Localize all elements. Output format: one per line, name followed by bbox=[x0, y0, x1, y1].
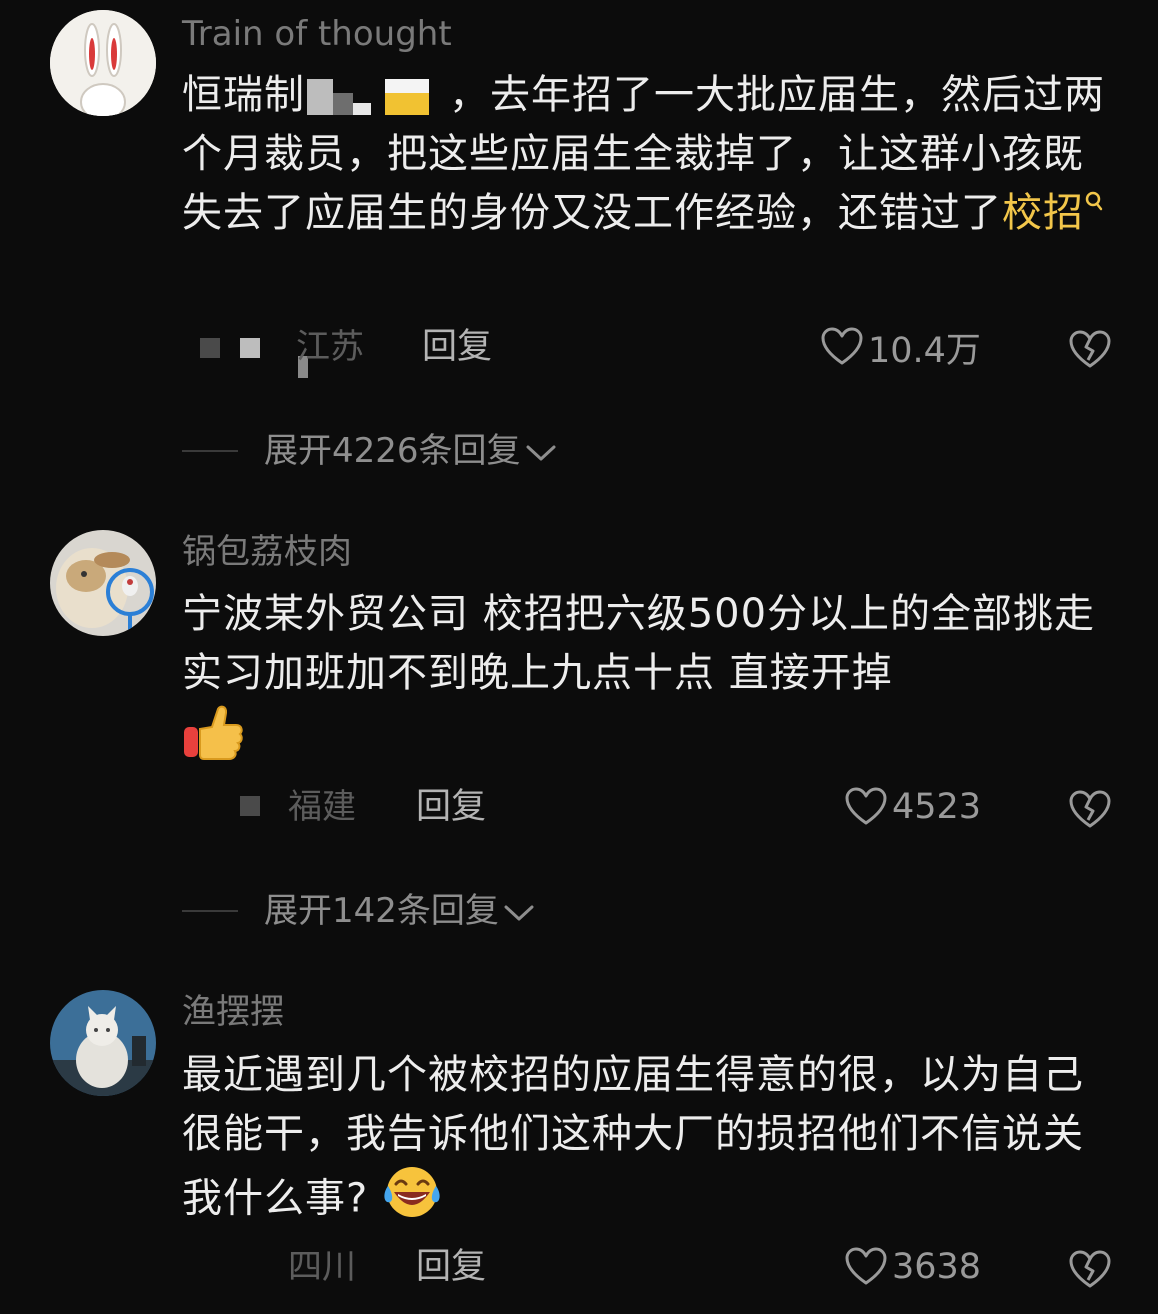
user-avatar[interactable] bbox=[50, 530, 156, 636]
expand-replies-button[interactable]: 展开142条回复 bbox=[182, 886, 535, 936]
comment-text: 宁波某外贸公司 校招把六级500分以上的全部挑走 实习加班加不到晚上九点十点 直… bbox=[182, 585, 1122, 778]
censor-block bbox=[240, 338, 260, 358]
username[interactable]: Train of thought bbox=[182, 12, 452, 56]
comment-text-body: 宁波某外贸公司 校招把六级500分以上的全部挑走 实习加班加不到晚上九点十点 直… bbox=[182, 591, 1096, 696]
chevron-down-icon bbox=[504, 905, 534, 921]
username[interactable]: 锅包荔枝肉 bbox=[182, 530, 352, 574]
comment-meta: 江苏 回复 10.4万 bbox=[0, 322, 1158, 378]
broken-heart-icon[interactable] bbox=[1068, 786, 1112, 830]
chevron-down-icon bbox=[526, 445, 556, 461]
like-count: 4523 bbox=[892, 787, 982, 827]
reply-button[interactable]: 回复 bbox=[422, 322, 492, 372]
search-keyword-link[interactable]: 校招 bbox=[1002, 190, 1104, 236]
comment-item: Train of thought 恒瑞制 ，去年招了一大批应届生，然后过两个月裁员… bbox=[0, 0, 1158, 500]
like-count: 10.4万 bbox=[868, 330, 981, 371]
like-button[interactable]: 3638 bbox=[844, 1242, 981, 1292]
location-label: 江苏 bbox=[296, 327, 364, 367]
divider-line bbox=[182, 910, 238, 912]
location-label: 四川 bbox=[288, 1247, 356, 1287]
search-keyword: 校招 bbox=[1002, 190, 1084, 236]
censor-block bbox=[200, 338, 220, 358]
dog-avatar-icon bbox=[50, 530, 156, 636]
comment-meta: 四川 回复 3638 bbox=[0, 1242, 1158, 1292]
comment-text-body: 最近遇到几个被校招的应届生得意的很，以为自己很能干，我告诉他们这种大厂的损招他们… bbox=[182, 1052, 1084, 1222]
broken-heart-icon[interactable] bbox=[1068, 1246, 1112, 1290]
comment-meta: 福建 回复 4523 bbox=[0, 782, 1158, 832]
reply-button[interactable]: 回复 bbox=[416, 1242, 486, 1292]
heart-icon bbox=[845, 787, 887, 825]
cat-avatar-icon bbox=[50, 990, 156, 1096]
location-label: 福建 bbox=[288, 787, 356, 827]
heart-icon bbox=[821, 327, 863, 365]
comment-text: 最近遇到几个被校招的应届生得意的很，以为自己很能干，我告诉他们这种大厂的损招他们… bbox=[182, 1046, 1122, 1237]
like-button[interactable]: 10.4万 bbox=[820, 322, 981, 372]
divider-line bbox=[182, 450, 238, 452]
thumbs-up-emoji bbox=[182, 703, 244, 778]
censor-block bbox=[240, 796, 260, 816]
comment-list: Train of thought 恒瑞制 ，去年招了一大批应届生，然后过两个月裁员… bbox=[0, 0, 1158, 1314]
expand-replies-label: 展开142条回复 bbox=[264, 891, 499, 931]
expand-replies-button[interactable]: 展开4226条回复 bbox=[182, 426, 557, 476]
reply-button[interactable]: 回复 bbox=[416, 782, 486, 832]
comment-text-prefix: 恒瑞制 bbox=[182, 72, 305, 118]
username[interactable]: 渔摆摆 bbox=[182, 990, 284, 1034]
comment-text: 恒瑞制 ，去年招了一大批应届生，然后过两个月裁员，把这些应届生全裁掉了，让这群小孩… bbox=[182, 66, 1122, 243]
user-avatar[interactable] bbox=[50, 10, 156, 116]
heart-icon bbox=[845, 1247, 887, 1285]
expand-replies-label: 展开4226条回复 bbox=[264, 431, 521, 471]
like-button[interactable]: 4523 bbox=[844, 782, 981, 832]
search-icon bbox=[1085, 191, 1103, 211]
rabbit-avatar-icon bbox=[50, 10, 156, 116]
broken-heart-icon[interactable] bbox=[1068, 326, 1112, 370]
user-avatar[interactable] bbox=[50, 990, 156, 1096]
mosaic-censor bbox=[307, 75, 447, 119]
like-count: 3638 bbox=[892, 1247, 982, 1287]
laughing-tears-emoji bbox=[382, 1164, 442, 1237]
